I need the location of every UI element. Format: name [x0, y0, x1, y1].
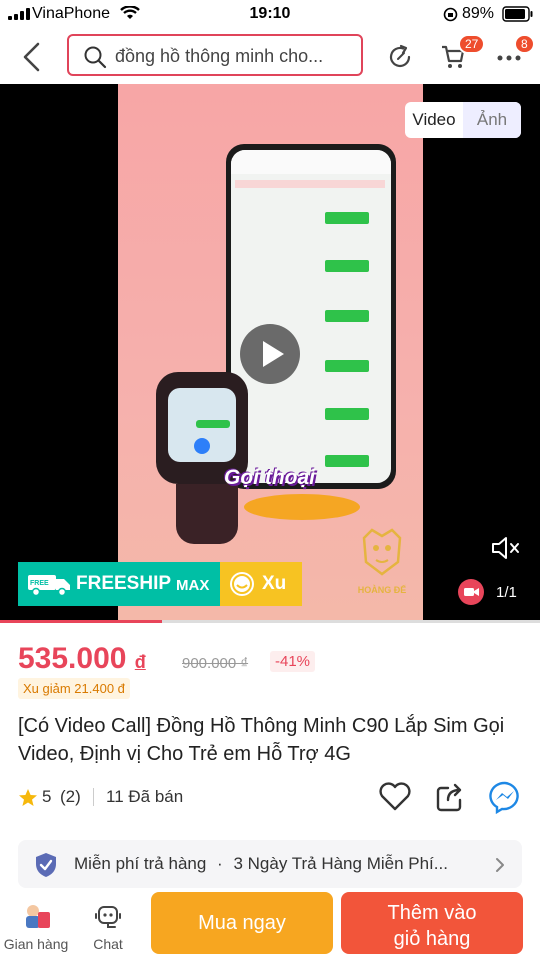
clock: 19:10: [249, 5, 291, 22]
shop-icon: [26, 905, 50, 928]
search-header: đồng hồ thông minh cho... 27 8: [0, 28, 540, 84]
coin-smile-icon: [230, 572, 254, 596]
sold-count: 11 Đã bán: [106, 787, 184, 806]
price-currency: đ: [134, 652, 146, 672]
discount-badge: -41%: [270, 651, 316, 672]
divider: [93, 788, 94, 806]
phone-image: [226, 144, 396, 489]
add-cart-line1: Thêm vào: [387, 902, 477, 924]
shield-check-icon: [36, 853, 56, 877]
search-icon: [84, 46, 107, 69]
shop-label: Gian hàng: [3, 936, 69, 952]
rating-row: 5 (2) 11 Đã bán: [18, 781, 538, 814]
messenger-icon[interactable]: [488, 780, 522, 814]
tab-video[interactable]: Video: [405, 102, 463, 138]
xu-badge: Xu: [220, 562, 302, 606]
chat-bot-icon: [95, 906, 121, 928]
chevron-right-icon: [496, 858, 504, 872]
play-icon: [263, 341, 284, 367]
price-value: 535.000: [18, 642, 127, 675]
rating-value: 5: [42, 787, 52, 806]
status-bar: VinaPhone 19:10 89%: [0, 0, 540, 28]
xu-label: Xu: [262, 573, 287, 594]
cart-badge: 27: [458, 34, 486, 54]
original-price: 900.000 ₫: [182, 655, 249, 672]
brand-logo: HOÀNG ĐẾ: [354, 524, 410, 604]
share-refresh-icon[interactable]: [387, 43, 415, 71]
freeship-label: FREESHIP: [76, 573, 172, 594]
chat-label: Chat: [93, 936, 123, 952]
bottom-action-bar: Gian hàng Chat Mua ngay Thêm vào giỏ hàn…: [0, 888, 540, 960]
heart-icon[interactable]: [378, 782, 412, 812]
search-query: đồng hồ thông minh cho...: [115, 46, 324, 66]
play-button[interactable]: [240, 324, 300, 384]
video-caption: Gọi thoại: [224, 466, 315, 489]
back-arrow-icon[interactable]: [20, 42, 44, 72]
chat-button[interactable]: Chat: [70, 892, 146, 952]
mute-icon[interactable]: [490, 534, 520, 562]
share-icon[interactable]: [436, 782, 464, 812]
video-call-icon: [458, 579, 484, 605]
media-counter: 1/1: [496, 584, 517, 601]
coin-discount-tag: Xu giảm 21.400 đ: [18, 678, 130, 699]
more-icon[interactable]: [497, 54, 521, 62]
battery-percent: 89%: [462, 5, 495, 22]
product-title: [Có Video Call] Đồng Hồ Thông Minh C90 L…: [18, 715, 505, 765]
brand-name: HOÀNG ĐẾ: [357, 585, 407, 595]
product-media[interactable]: Gọi thoại HOÀNG ĐẾ Video Ảnh FREE FREESH…: [0, 84, 540, 620]
media-type-toggle[interactable]: Video Ảnh: [405, 102, 521, 138]
orientation-lock-icon: [443, 7, 458, 22]
freeship-max: MAX: [176, 577, 210, 594]
search-input[interactable]: đồng hồ thông minh cho...: [67, 34, 363, 76]
add-cart-line2: giỏ hàng: [393, 928, 471, 950]
buy-now-button[interactable]: Mua ngay: [151, 892, 333, 954]
add-to-cart-button[interactable]: Thêm vào giỏ hàng: [341, 892, 523, 954]
rating-count: (2): [60, 787, 81, 806]
svg-text:FREE: FREE: [30, 580, 49, 587]
video-progress[interactable]: [0, 620, 540, 623]
star-icon: [19, 789, 37, 806]
return-policy-label: Miễn phí trả hàng · 3 Ngày Trả Hàng Miễn…: [74, 854, 448, 873]
battery-icon: [502, 6, 533, 22]
freeship-badge: FREE FREESHIP MAX: [18, 562, 220, 606]
delivery-truck-icon: FREE: [28, 575, 70, 596]
current-price: 535.000 đ: [18, 642, 146, 676]
more-badge: 8: [514, 34, 535, 54]
return-policy-bar[interactable]: Miễn phí trả hàng · 3 Ngày Trả Hàng Miễn…: [18, 840, 522, 888]
tab-image[interactable]: Ảnh: [463, 102, 521, 138]
shop-button[interactable]: Gian hàng: [0, 892, 74, 952]
